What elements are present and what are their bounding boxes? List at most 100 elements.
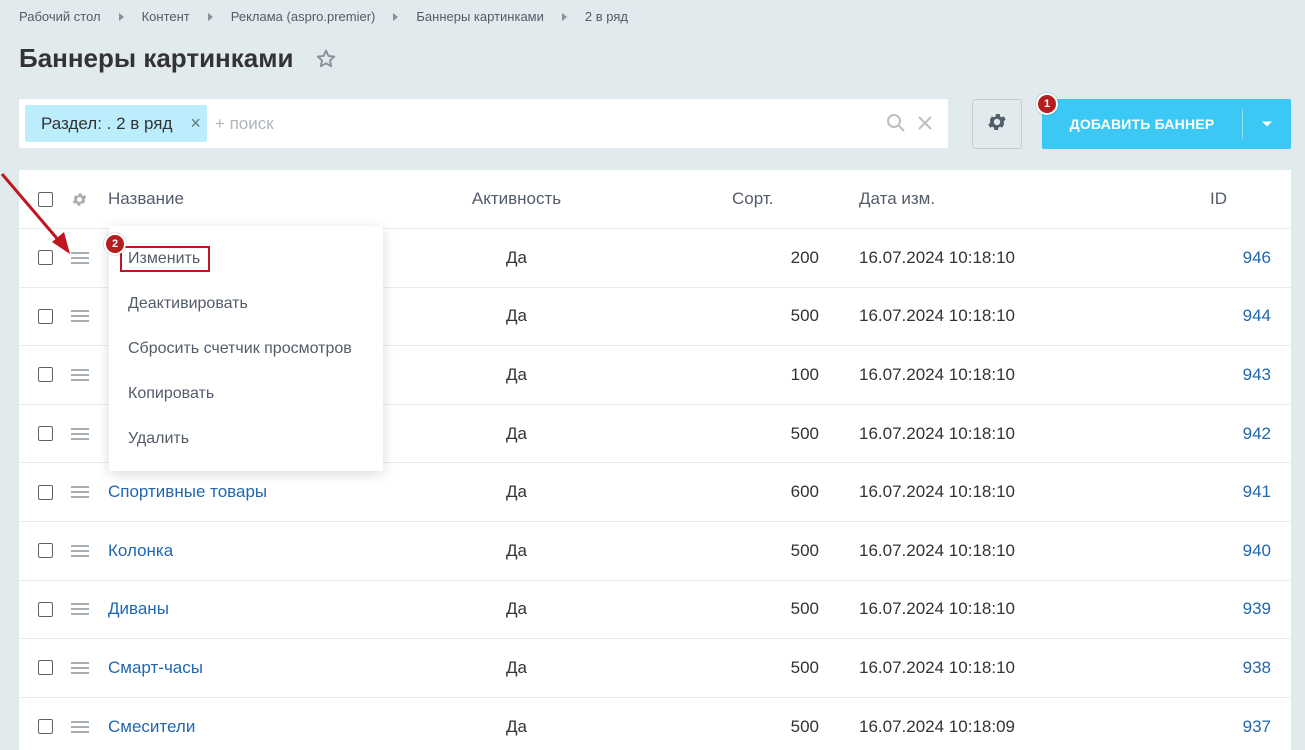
- row-checkbox[interactable]: [38, 484, 53, 500]
- table-row[interactable]: Смесители Да 500 16.07.2024 10:18:09 937: [19, 698, 1291, 750]
- id-link[interactable]: 940: [1243, 541, 1271, 561]
- page-title: Баннеры картинками: [19, 43, 294, 73]
- add-banner-label: ДОБАВИТЬ БАННЕР: [1069, 116, 1215, 132]
- date-cell: 16.07.2024 10:18:10: [859, 247, 1015, 267]
- annotation-arrow-icon: [0, 173, 70, 254]
- filter-bar: Раздел: . 2 в ряд ×: [19, 99, 948, 148]
- active-cell: Да: [506, 482, 527, 502]
- row-checkbox[interactable]: [38, 426, 53, 442]
- breadcrumb-content[interactable]: Контент: [142, 9, 190, 24]
- menu-item-deactivate[interactable]: Деактивировать: [128, 295, 248, 313]
- annotation-badge-1: 1: [1036, 93, 1058, 115]
- close-icon[interactable]: ×: [190, 113, 201, 134]
- row-checkbox[interactable]: [38, 719, 53, 735]
- breadcrumb-section[interactable]: 2 в ряд: [585, 9, 628, 24]
- page-title-row: Баннеры картинками: [19, 43, 337, 74]
- date-cell: 16.07.2024 10:18:10: [859, 306, 1015, 326]
- row-menu-icon[interactable]: [71, 486, 89, 499]
- active-cell: Да: [506, 716, 527, 736]
- column-header-id[interactable]: ID: [1210, 170, 1227, 228]
- sort-cell: 100: [790, 364, 819, 384]
- date-cell: 16.07.2024 10:18:10: [859, 599, 1015, 619]
- row-checkbox[interactable]: [38, 367, 53, 383]
- breadcrumb-banners[interactable]: Баннеры картинками: [416, 9, 543, 24]
- date-cell: 16.07.2024 10:18:10: [859, 423, 1015, 443]
- active-cell: Да: [506, 247, 527, 267]
- filter-tag[interactable]: Раздел: . 2 в ряд ×: [25, 105, 207, 142]
- annotation-highlight: [120, 246, 210, 272]
- annotation-badge-2: 2: [104, 233, 126, 255]
- breadcrumb: Рабочий стол Контент Реклама (aspro.prem…: [19, 9, 628, 24]
- table-row[interactable]: Диваны Да 500 16.07.2024 10:18:10 939: [19, 581, 1291, 640]
- date-cell: 16.07.2024 10:18:10: [859, 482, 1015, 502]
- banner-name-link[interactable]: Колонка: [108, 541, 173, 561]
- row-menu-icon[interactable]: [71, 368, 89, 381]
- date-cell: 16.07.2024 10:18:10: [859, 364, 1015, 384]
- id-link[interactable]: 937: [1243, 717, 1271, 737]
- row-checkbox[interactable]: [38, 308, 53, 324]
- clear-icon[interactable]: [916, 114, 934, 137]
- sort-cell: 600: [790, 482, 819, 502]
- id-link[interactable]: 938: [1243, 658, 1271, 678]
- table-row[interactable]: Колонка Да 500 16.07.2024 10:18:10 940: [19, 522, 1291, 581]
- search-input[interactable]: [214, 113, 815, 134]
- menu-item-reset-views[interactable]: Сбросить счетчик просмотров: [128, 340, 352, 358]
- breadcrumb-ads[interactable]: Реклама (aspro.premier): [231, 9, 376, 24]
- active-cell: Да: [506, 657, 527, 677]
- column-header-date[interactable]: Дата изм.: [859, 170, 935, 228]
- column-header-name[interactable]: Название: [108, 170, 184, 228]
- date-cell: 16.07.2024 10:18:10: [859, 540, 1015, 560]
- column-header-sort[interactable]: Сорт.: [732, 170, 773, 228]
- breadcrumb-separator-icon: [393, 12, 399, 21]
- id-link[interactable]: 939: [1243, 599, 1271, 619]
- breadcrumb-separator-icon: [561, 12, 567, 21]
- id-link[interactable]: 946: [1243, 248, 1271, 268]
- sort-cell: 500: [790, 423, 819, 443]
- sort-cell: 500: [790, 306, 819, 326]
- breadcrumb-desktop[interactable]: Рабочий стол: [19, 9, 101, 24]
- settings-button[interactable]: [972, 99, 1022, 149]
- sort-cell: 500: [790, 716, 819, 736]
- star-icon[interactable]: [315, 48, 337, 70]
- date-cell: 16.07.2024 10:18:09: [859, 716, 1015, 736]
- banner-name-link[interactable]: Смарт-часы: [108, 658, 203, 678]
- id-link[interactable]: 944: [1243, 306, 1271, 326]
- context-menu: Изменить Деактивировать Сбросить счетчик…: [104, 226, 383, 471]
- column-header-active[interactable]: Активность: [449, 170, 584, 228]
- row-checkbox[interactable]: [38, 660, 53, 676]
- table-row[interactable]: Спортивные товары Да 600 16.07.2024 10:18:1…: [19, 463, 1291, 522]
- row-checkbox[interactable]: [38, 543, 53, 559]
- banner-name-link[interactable]: Спортивные товары: [108, 482, 267, 502]
- active-cell: Да: [506, 540, 527, 560]
- active-cell: Да: [506, 599, 527, 619]
- row-menu-icon[interactable]: [71, 427, 89, 440]
- row-menu-icon[interactable]: [71, 310, 89, 323]
- table-row[interactable]: Смарт-часы Да 500 16.07.2024 10:18:10 938: [19, 639, 1291, 698]
- banner-name-link[interactable]: Диваны: [108, 599, 169, 619]
- breadcrumb-separator-icon: [118, 12, 124, 21]
- add-banner-button[interactable]: ДОБАВИТЬ БАННЕР: [1042, 99, 1291, 149]
- active-cell: Да: [506, 306, 527, 326]
- id-link[interactable]: 942: [1243, 424, 1271, 444]
- id-link[interactable]: 943: [1243, 365, 1271, 385]
- row-menu-icon[interactable]: [71, 603, 89, 616]
- active-cell: Да: [506, 364, 527, 384]
- table-header: Название Активность Сорт. Дата изм. ID: [19, 170, 1291, 229]
- breadcrumb-separator-icon: [207, 12, 213, 21]
- date-cell: 16.07.2024 10:18:10: [859, 657, 1015, 677]
- row-menu-icon[interactable]: [71, 661, 89, 674]
- row-checkbox[interactable]: [38, 601, 53, 617]
- menu-item-delete[interactable]: Удалить: [128, 430, 189, 448]
- banner-name-link[interactable]: Смесители: [108, 717, 195, 737]
- row-menu-icon[interactable]: [71, 720, 89, 733]
- menu-item-copy[interactable]: Копировать: [128, 385, 214, 403]
- sort-cell: 500: [790, 540, 819, 560]
- chevron-down-icon[interactable]: [1243, 120, 1291, 128]
- filter-tag-label: Раздел: . 2 в ряд: [41, 113, 173, 133]
- search-icon[interactable]: [886, 113, 906, 138]
- sort-cell: 500: [790, 657, 819, 677]
- row-menu-icon[interactable]: [71, 544, 89, 557]
- id-link[interactable]: 941: [1243, 482, 1271, 502]
- sort-cell: 500: [790, 599, 819, 619]
- sort-cell: 200: [790, 247, 819, 267]
